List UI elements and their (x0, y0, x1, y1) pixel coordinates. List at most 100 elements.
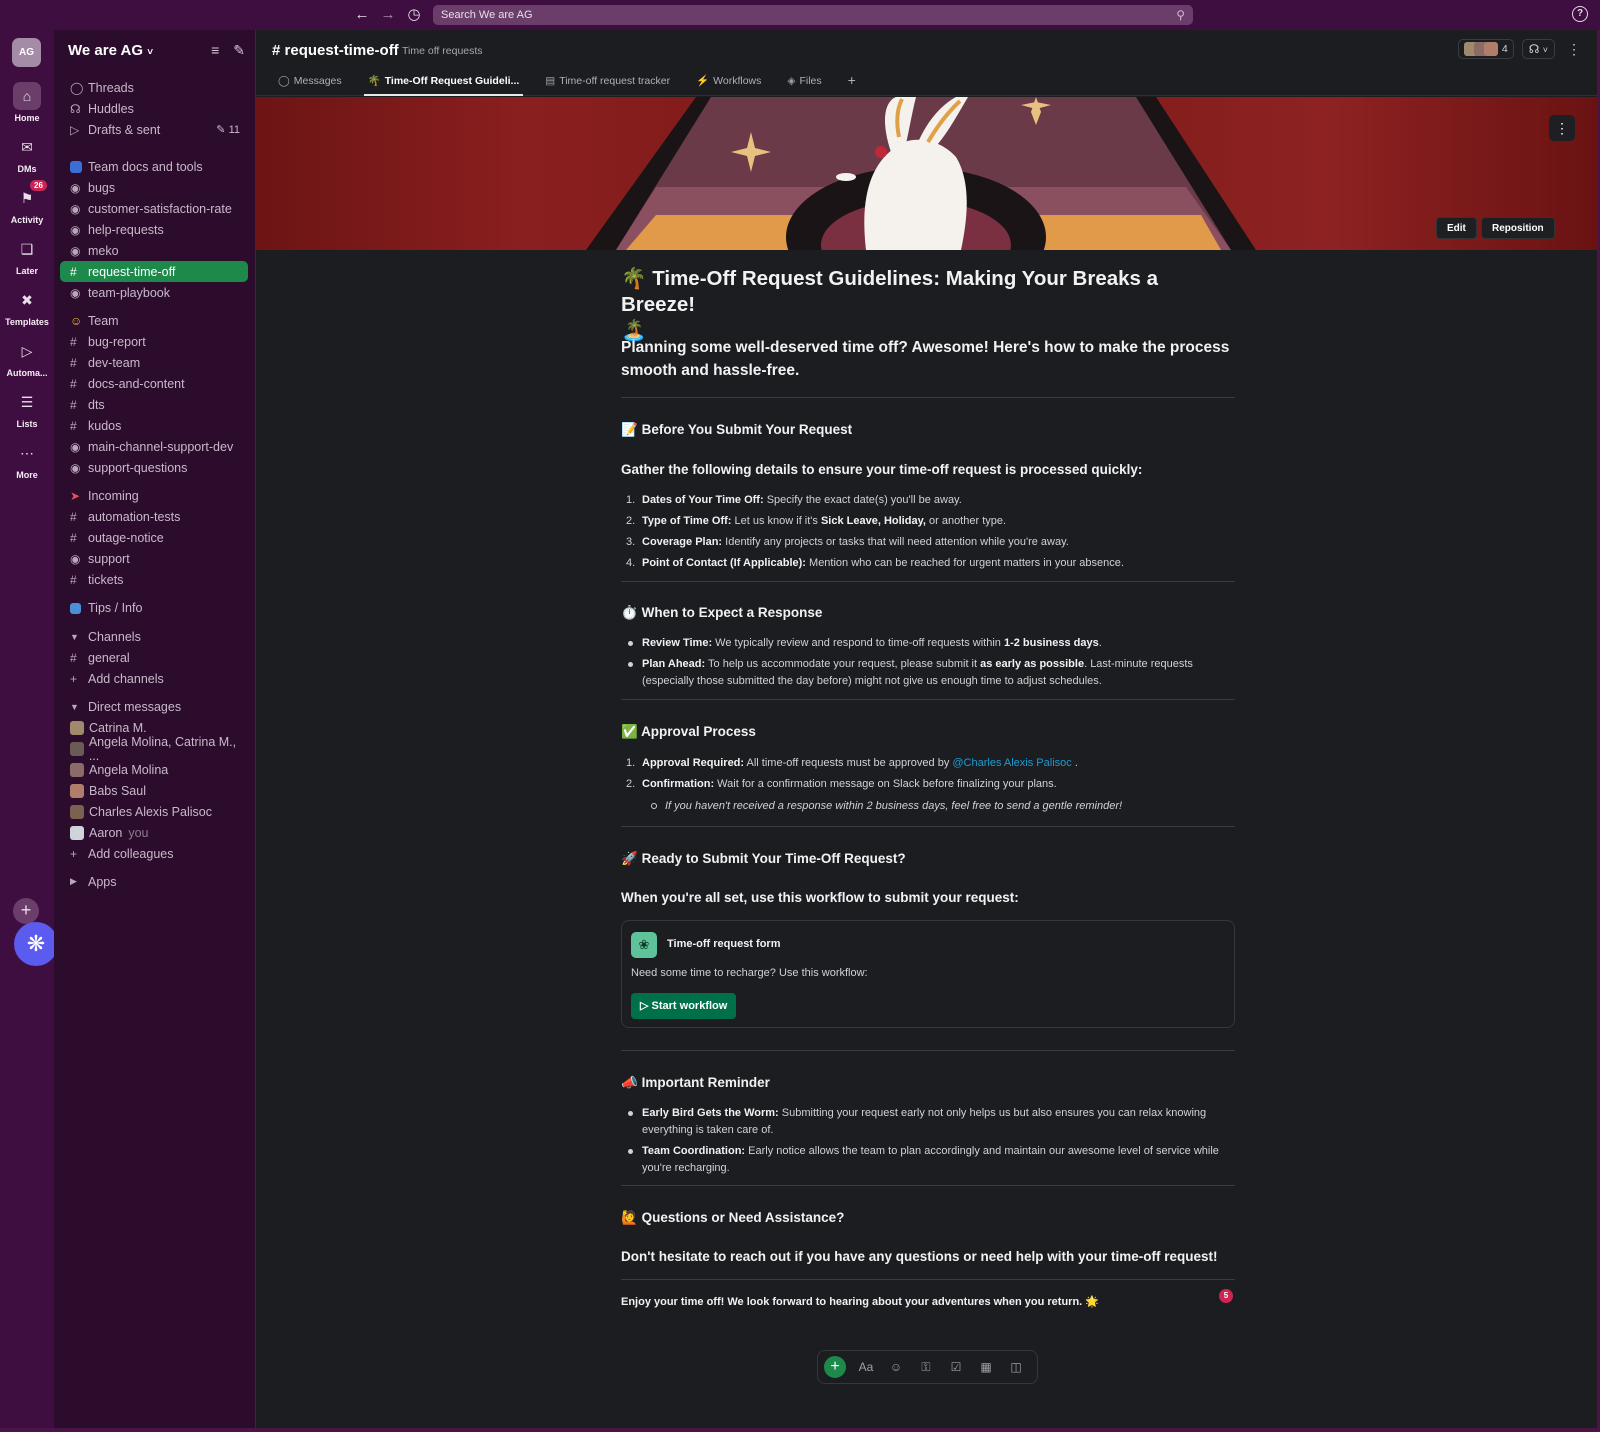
unread-badge[interactable]: 5 (1219, 1289, 1233, 1303)
reposition-banner-button[interactable]: Reposition (1481, 217, 1555, 239)
rail-dms[interactable]: ✉ DMs (0, 133, 54, 174)
help-icon[interactable]: ? (1572, 6, 1588, 22)
edit-banner-button[interactable]: Edit (1436, 217, 1477, 239)
dms-section-header[interactable]: ▼ Direct messages (60, 696, 248, 717)
rail-more[interactable]: ⋯ More (0, 439, 54, 480)
rail-automations[interactable]: ▷ Automa... (0, 337, 54, 378)
plus-icon[interactable]: + (824, 1356, 846, 1378)
section-heading-submit[interactable]: 🚀 Ready to Submit Your Time-Off Request? (621, 851, 906, 867)
intro-paragraph[interactable]: Planning some well-deserved time off? Aw… (621, 336, 1235, 382)
channel-title[interactable]: # request-time-off (272, 42, 399, 59)
sidebar-item-dev-team[interactable]: # dev-team (60, 352, 248, 373)
user-mention[interactable]: @Charles Alexis Palisoc (952, 757, 1071, 769)
add-workspace-button[interactable]: + (13, 898, 39, 924)
channel-topic[interactable]: Time off requests (402, 45, 483, 57)
attach-icon[interactable]: ⚿ (916, 1360, 936, 1375)
huddle-button[interactable]: ☊ ˅ (1521, 39, 1555, 59)
sidebar-item-general[interactable]: # general (60, 647, 248, 668)
sidebar-item-bugs[interactable]: ◉ bugs (60, 177, 248, 198)
columns-icon[interactable]: ◫ (1006, 1360, 1026, 1374)
section-heading-response[interactable]: ⏱️ When to Expect a Response (621, 605, 822, 621)
list-item[interactable]: Review Time: We typically review and res… (621, 635, 1235, 652)
rail-home[interactable]: ⌂ Home (0, 82, 54, 123)
tab-guidelines-canvas[interactable]: 🌴 Time-Off Request Guideli... (363, 70, 524, 96)
sidebar-item-main-channel-support-dev[interactable]: ◉ main-channel-support-dev (60, 436, 248, 457)
list-item[interactable]: 1. Dates of Your Time Off: Specify the ex… (621, 492, 1235, 509)
sidebar-item-customer-satisfaction-rate[interactable]: ◉ customer-satisfaction-rate (60, 198, 248, 219)
list-item[interactable]: Team Coordination: Early notice allows t… (621, 1143, 1235, 1177)
tab-request-tracker[interactable]: ▤ Time-off request tracker (541, 70, 674, 96)
sidebar-item-drafts[interactable]: ▷ Drafts & sent ✎ 11 (60, 119, 248, 140)
section-subheading[interactable]: Don't hesitate to reach out if you have … (621, 1249, 1235, 1264)
clock-icon[interactable]: ◷ (404, 5, 424, 25)
section-heading-reminder[interactable]: 📣 Important Reminder (621, 1075, 770, 1091)
workflow-card[interactable]: ❀ Time-off request form Need some time t… (621, 920, 1235, 1028)
dm-aaron[interactable]: Aaron you (60, 822, 248, 843)
sidebar-item-support-questions[interactable]: ◉ support-questions (60, 457, 248, 478)
members-button[interactable]: 4 (1457, 39, 1514, 59)
emoji-icon[interactable]: ☺ (886, 1360, 906, 1374)
format-icon[interactable]: Aa (856, 1360, 876, 1374)
filter-icon[interactable]: ≡ (211, 42, 219, 59)
list-item[interactable]: 4. Point of Contact (If Applicable): Ment… (621, 555, 1235, 572)
closing-paragraph[interactable]: Enjoy your time off! We look forward to … (621, 1294, 1235, 1311)
sidebar-item-huddles[interactable]: ☊ Huddles (60, 98, 248, 119)
rail-lists[interactable]: ☰ Lists (0, 388, 54, 429)
apps-section-header[interactable]: ▶ Apps (60, 871, 248, 892)
tab-files[interactable]: ◈ Files (783, 70, 825, 96)
tab-messages[interactable]: ◯ Messages (274, 70, 346, 96)
dm-charles[interactable]: Charles Alexis Palisoc (60, 801, 248, 822)
section-heading-questions[interactable]: 🙋 Questions or Need Assistance? (621, 1210, 844, 1226)
checkbox-icon[interactable]: ☑ (946, 1360, 966, 1374)
sidebar-item-tips-info[interactable]: Tips / Info (60, 597, 248, 618)
canvas-title[interactable]: 🌴 Time-Off Request Guidelines: Making Yo… (621, 266, 1235, 344)
ai-assistant-button[interactable]: ❋ (14, 922, 58, 966)
list-item[interactable]: Plan Ahead: To help us accommodate your … (621, 656, 1235, 690)
sidebar-item-kudos[interactable]: # kudos (60, 415, 248, 436)
start-workflow-button[interactable]: ▷ Start workflow (631, 993, 737, 1019)
dm-angela[interactable]: Angela Molina (60, 759, 248, 780)
table-icon[interactable]: ▦ (976, 1360, 996, 1374)
channels-section-header[interactable]: ▼ Channels (60, 626, 248, 647)
banner-menu-icon[interactable]: ⋮ (1549, 115, 1575, 141)
list-item[interactable]: Early Bird Gets the Worm: Submitting you… (621, 1105, 1235, 1139)
sidebar-item-docs-and-content[interactable]: # docs-and-content (60, 373, 248, 394)
rail-later[interactable]: ❑ Later (0, 235, 54, 276)
sidebar-item-incoming[interactable]: ➤ Incoming (60, 485, 248, 506)
section-subheading[interactable]: When you're all set, use this workflow t… (621, 890, 1235, 905)
rail-templates[interactable]: ✖ Templates (0, 286, 54, 327)
add-tab-button[interactable]: + (844, 70, 860, 96)
compose-icon[interactable]: ✎ (233, 42, 245, 59)
sidebar-item-automation-tests[interactable]: # automation-tests (60, 506, 248, 527)
sidebar-item-outage-notice[interactable]: # outage-notice (60, 527, 248, 548)
list-item[interactable]: 1. Approval Required: All time-off reques… (621, 755, 1235, 772)
list-item[interactable]: 2. Confirmation: Wait for a confirmation … (621, 776, 1235, 793)
workspace-logo[interactable]: AG (12, 38, 41, 67)
section-subheading[interactable]: Gather the following details to ensure y… (621, 462, 1235, 477)
workspace-name[interactable]: We are AG ˅ (68, 42, 153, 59)
sidebar-item-help-requests[interactable]: ◉ help-requests (60, 219, 248, 240)
sidebar-item-tickets[interactable]: # tickets (60, 569, 248, 590)
list-item[interactable]: 2. Type of Time Off: Let us know if it's … (621, 513, 1235, 530)
sidebar-item-request-time-off[interactable]: # request-time-off (60, 261, 248, 282)
sidebar-item-threads[interactable]: ◯ Threads (60, 77, 248, 98)
sidebar-item-meko[interactable]: ◉ meko (60, 240, 248, 261)
sidebar-item-team-docs[interactable]: Team docs and tools (60, 156, 248, 177)
add-channels-button[interactable]: + Add channels (60, 668, 248, 689)
sidebar-item-team-playbook[interactable]: ◉ team-playbook (60, 282, 248, 303)
add-colleagues-button[interactable]: + Add colleagues (60, 843, 248, 864)
list-item[interactable]: 3. Coverage Plan: Identify any projects o… (621, 534, 1235, 551)
dm-babs[interactable]: Babs Saul (60, 780, 248, 801)
sidebar-item-team[interactable]: ☺ Team (60, 310, 248, 331)
rail-activity[interactable]: ⚑ 26 Activity (0, 180, 54, 225)
tab-workflows[interactable]: ⚡ Workflows (692, 70, 765, 96)
sidebar-item-bug-report[interactable]: # bug-report (60, 331, 248, 352)
more-options-icon[interactable]: ⋮ (1563, 41, 1585, 58)
sidebar-item-dts[interactable]: # dts (60, 394, 248, 415)
arrow-left-icon[interactable]: ← (352, 5, 372, 25)
dm-group[interactable]: Angela Molina, Catrina M., ... (60, 735, 248, 763)
section-heading-before-submit[interactable]: 📝 Before You Submit Your Request (621, 422, 852, 438)
sidebar-item-support[interactable]: ◉ support (60, 548, 248, 569)
arrow-right-icon[interactable]: → (378, 5, 398, 25)
search-input[interactable]: Search We are AG ⚲ (433, 5, 1193, 25)
